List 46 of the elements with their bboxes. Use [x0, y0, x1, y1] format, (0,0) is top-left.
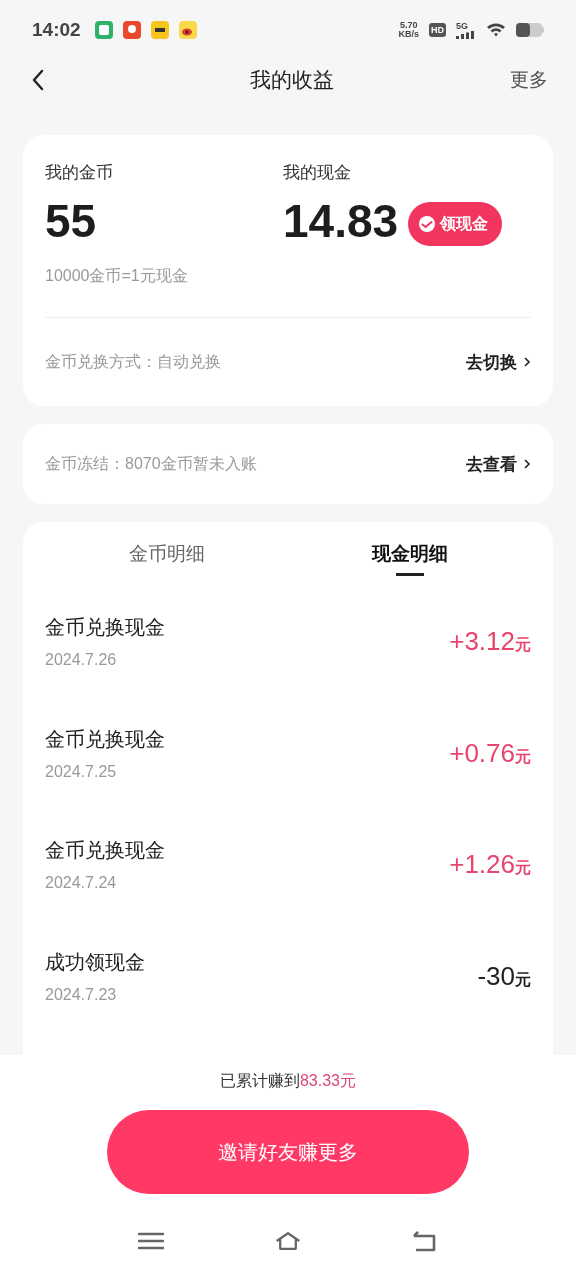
transaction-date: 2024.7.23 — [45, 985, 118, 1004]
app-icon — [150, 21, 169, 39]
transaction-amount: +3.12元 — [449, 626, 531, 658]
chevron-right-icon — [523, 356, 531, 368]
wifi-icon — [486, 22, 506, 38]
network-speed-unit: KB/s — [398, 30, 419, 39]
transaction-amount: -30元 — [477, 960, 531, 992]
transaction-title: 金币兑换现金 — [45, 615, 165, 641]
coins-value: 55 — [45, 198, 98, 244]
switch-link[interactable]: 去切换 — [466, 350, 531, 374]
details-tab[interactable]: 金币明细 — [45, 522, 288, 586]
coins-label: 我的金币 — [45, 162, 114, 184]
transaction-date: 2024.7.25 — [45, 762, 118, 781]
cash-label: 我的现金 — [283, 162, 352, 184]
status-time: 14:02 — [32, 19, 81, 41]
network-type: 5G — [456, 21, 469, 31]
transaction-amount: +1.26元 — [449, 849, 531, 881]
page-title: 我的收益 — [250, 67, 334, 93]
transaction-title: 成功领现金 — [45, 949, 145, 975]
hd-badge: HD — [429, 23, 446, 37]
network-speed: 5.70 — [399, 21, 418, 30]
transaction-amount: +0.76元 — [449, 737, 531, 769]
cash-value: 14.83 — [283, 198, 399, 244]
check-icon — [418, 215, 437, 233]
view-link[interactable]: 去查看 — [466, 452, 531, 476]
exchange-mode-text: 金币兑换方式：自动兑换 — [45, 351, 221, 372]
transaction-title: 金币兑换现金 — [45, 838, 165, 864]
app-icon — [178, 21, 197, 39]
menu-icon[interactable] — [138, 1230, 164, 1252]
back-nav-icon[interactable] — [412, 1230, 438, 1252]
back-icon[interactable] — [32, 69, 44, 91]
transaction-date: 2024.7.24 — [45, 874, 118, 893]
total-earned-text: 已累计赚到83.33元 — [219, 1071, 356, 1091]
signal-icon — [456, 30, 476, 39]
withdraw-button[interactable]: 领现金 — [408, 202, 503, 246]
more-button[interactable]: 更多 — [510, 67, 548, 93]
app-icon — [122, 21, 141, 39]
details-tab[interactable]: 现金明细 — [288, 522, 531, 586]
home-icon[interactable] — [275, 1230, 301, 1252]
exchange-rate-note: 10000金币=1元现金 — [45, 266, 189, 286]
frozen-coins-text: 金币冻结：8070金币暂未入账 — [45, 453, 257, 474]
transaction-title: 金币兑换现金 — [45, 726, 165, 752]
chevron-right-icon — [523, 458, 531, 470]
app-icon — [94, 21, 113, 39]
transaction-date: 2024.7.26 — [45, 651, 118, 670]
battery-icon — [516, 23, 544, 37]
